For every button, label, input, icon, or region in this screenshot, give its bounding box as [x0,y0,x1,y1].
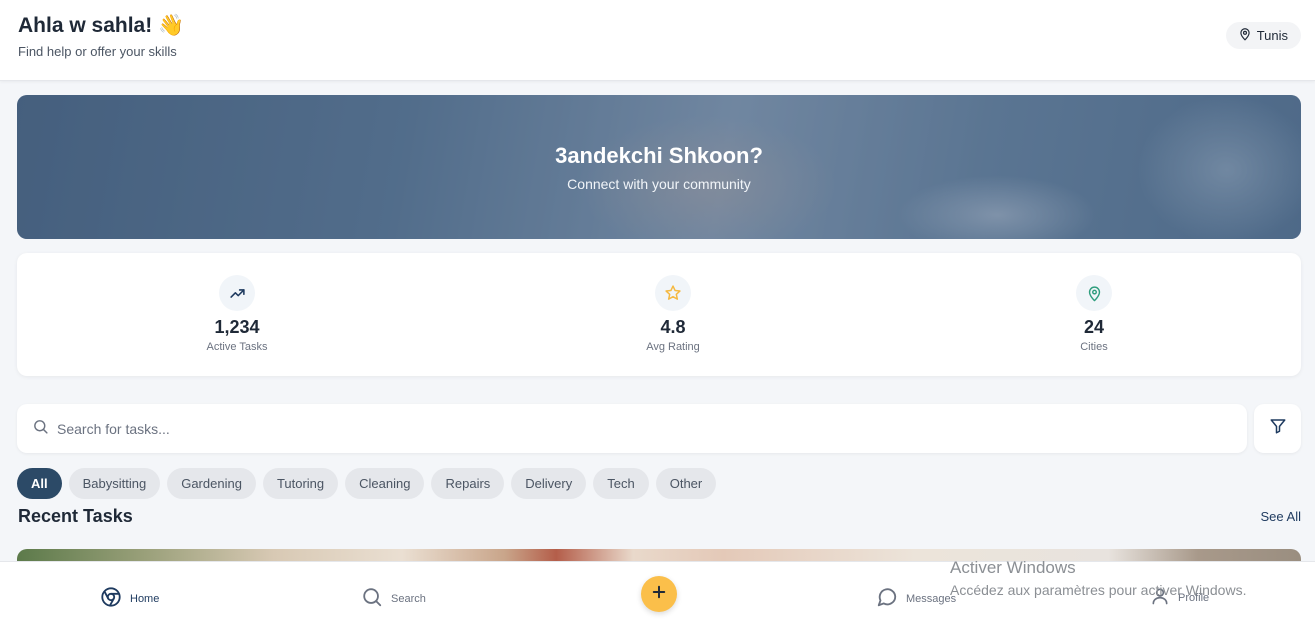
location-label: Tunis [1256,28,1288,43]
nav-profile[interactable]: Profile [1150,586,1209,609]
stat-label: Avg Rating [646,341,700,353]
see-all-link[interactable]: See All [1261,509,1301,524]
category-chip-cleaning[interactable]: Cleaning [345,468,425,499]
stat-value: 4.8 [660,317,686,337]
map-pin-icon [1238,27,1252,44]
star-icon [655,275,691,311]
plus-icon [650,583,668,606]
nav-profile-label: Profile [1178,591,1210,604]
user-icon [1150,586,1170,609]
hero-subtitle: Connect with your community [567,176,751,192]
filter-icon [1269,417,1287,440]
home-icon [100,586,122,611]
nav-messages[interactable]: Messages [876,586,956,611]
map-pin-icon [1076,275,1112,311]
stat-active-tasks: 1,234 Active Tasks [137,253,337,376]
nav-search[interactable]: Search [361,586,426,611]
category-chip-repairs[interactable]: Repairs [431,468,505,499]
category-chip-all[interactable]: All [17,468,62,499]
search-icon [32,418,49,440]
trending-up-icon [219,275,255,311]
search-icon [361,586,383,611]
search-input[interactable] [57,420,1157,437]
filter-button[interactable] [1254,404,1301,453]
stat-label: Cities [1080,341,1108,353]
category-chip-other[interactable]: Other [655,468,717,499]
stat-value: 24 [1083,317,1105,337]
message-icon [876,586,898,611]
stat-cities: 24 Cities [994,253,1194,376]
recent-tasks-title: Recent Tasks [18,506,133,526]
search-bar [17,404,1247,453]
stat-value: 1,234 [214,317,260,337]
nav-search-label: Search [391,592,426,605]
stats-card: 1,234 Active Tasks 4.8 Avg Rating 24 Cit… [17,253,1301,376]
category-chips: All Babysitting Gardening Tutoring Clean… [17,468,717,499]
stat-label: Active Tasks [206,341,268,353]
greeting-subtitle: Find help or offer your skills [18,44,177,59]
stat-avg-rating: 4.8 Avg Rating [573,253,773,376]
greeting-title: Ahla w sahla! 👋 [18,14,185,37]
hero-title: 3andekchi Shkoon? [555,143,763,168]
nav-home-label: Home [130,592,160,605]
category-chip-tutoring[interactable]: Tutoring [262,468,339,499]
nav-messages-label: Messages [906,592,957,605]
add-task-button[interactable] [641,576,677,612]
category-chip-gardening[interactable]: Gardening [167,468,256,499]
category-chip-babysitting[interactable]: Babysitting [68,468,161,499]
category-chip-delivery[interactable]: Delivery [511,468,587,499]
hero-banner: 3andekchi Shkoon? Connect with your comm… [17,95,1301,239]
category-chip-tech[interactable]: Tech [593,468,649,499]
location-selector[interactable]: Tunis [1225,22,1301,49]
nav-home[interactable]: Home [100,586,159,611]
app-header: Ahla w sahla! 👋 Find help or offer your … [0,0,1315,81]
